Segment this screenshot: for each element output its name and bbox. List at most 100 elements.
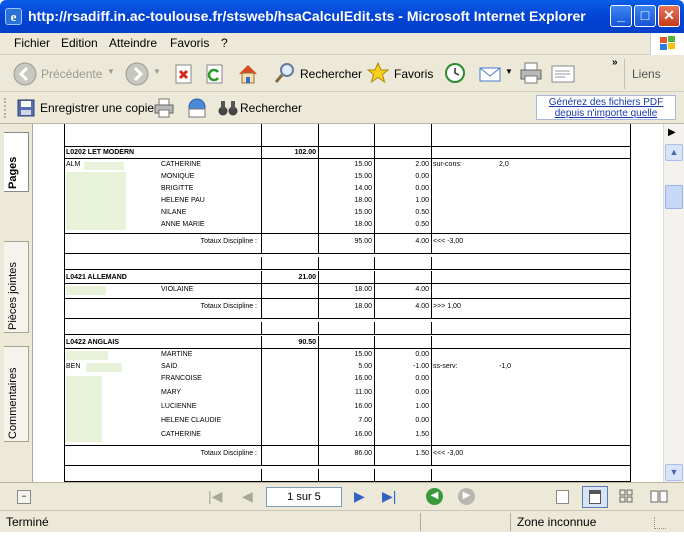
table-column-line	[431, 271, 432, 318]
two-up-view-icon[interactable]	[650, 490, 668, 503]
toolbar-overflow-icon[interactable]: »	[612, 57, 618, 68]
links-button[interactable]: Liens	[632, 67, 661, 81]
main-toolbar: Précédente ▼ ▼ Rechercher Favoris ▼ » Li…	[0, 55, 684, 92]
back-arrow-icon	[13, 62, 37, 86]
table-column-line	[261, 469, 262, 481]
save-copy-button[interactable]: Enregistrer une copie	[40, 101, 154, 115]
previous-page-icon[interactable]: ◀	[242, 488, 253, 505]
printer-icon	[154, 98, 174, 118]
pdf-document-view[interactable]: L0202 LET MODERN 102.00 ALM CATHERINE 15.00 2…	[33, 124, 663, 482]
collapse-panel-button[interactable]: −	[17, 490, 31, 504]
forward-arrow-icon	[125, 62, 149, 86]
resize-grip-icon[interactable]	[654, 517, 666, 529]
scroll-up-button[interactable]: ▲	[665, 144, 683, 161]
table-column-line	[261, 257, 262, 269]
redacted-name	[66, 376, 102, 442]
totals-balance: <<< -3,00	[433, 450, 464, 457]
discipline-total: 102.00	[294, 149, 316, 156]
forward-dropdown-icon[interactable]: ▼	[153, 67, 161, 76]
toolbar-divider	[624, 59, 625, 89]
printer-icon	[520, 62, 542, 84]
close-button[interactable]: ✕	[658, 5, 680, 27]
pdf-search-button[interactable]: Rechercher	[240, 101, 302, 115]
teacher-firstname: HELENE CLAUDIE	[161, 417, 222, 424]
totals-hours: 95.00	[354, 238, 372, 245]
hours-note-value: 2,0	[499, 161, 509, 168]
print-button[interactable]	[518, 61, 544, 85]
menu-fichier[interactable]: Fichier	[14, 36, 50, 50]
home-button[interactable]	[236, 62, 260, 86]
extra-hours-value: 0.00	[415, 185, 429, 192]
refresh-button[interactable]	[205, 63, 225, 85]
email-globe-icon[interactable]	[186, 98, 208, 118]
minimize-button[interactable]: _	[610, 5, 632, 27]
last-page-icon[interactable]: ▶|	[382, 488, 396, 505]
ie-icon: e	[5, 8, 22, 25]
status-divider	[420, 513, 421, 531]
ad-line-1: Générez des fichiers PDF	[548, 97, 664, 108]
tab-pages-label: Pages	[7, 156, 19, 189]
discipline-code: L0421 ALLEMAND	[66, 274, 127, 281]
windows-logo-icon	[650, 33, 684, 55]
maximize-button[interactable]: □	[634, 5, 656, 27]
stop-icon	[175, 64, 192, 84]
go-forward-view-icon[interactable]: ▶	[458, 488, 475, 505]
page-number-field[interactable]: 1 sur 5	[266, 487, 342, 507]
teacher-firstname: ANNE MARIE	[161, 221, 205, 228]
single-page-view-icon[interactable]	[556, 490, 569, 504]
tab-pages[interactable]: Pages	[4, 132, 29, 192]
favorites-button[interactable]: Favoris	[394, 67, 433, 81]
menu-help[interactable]: ?	[221, 36, 228, 50]
home-icon	[239, 65, 257, 84]
acrobat-ad-link[interactable]: Générez des fichiers PDF depuis n'import…	[536, 95, 676, 120]
tab-attachments[interactable]: Pièces jointes	[4, 241, 29, 333]
menu-favoris[interactable]: Favoris	[170, 36, 209, 50]
table-column-line	[374, 124, 375, 146]
table-row-line	[64, 158, 630, 159]
totals-extra: 4.00	[415, 238, 429, 245]
table-row-line	[64, 465, 630, 466]
redacted-name	[84, 162, 124, 170]
tab-comments[interactable]: Commentaires	[4, 346, 29, 442]
title-bar[interactable]: e http://rsadiff.in.ac-toulouse.fr/stswe…	[0, 0, 684, 33]
edit-button[interactable]	[550, 63, 576, 85]
next-page-icon[interactable]: ▶	[354, 488, 365, 505]
facing-pages-icon[interactable]	[619, 489, 634, 504]
continuous-view-icon	[589, 490, 601, 504]
scroll-thumb[interactable]	[665, 185, 683, 209]
continuous-view-button[interactable]	[582, 486, 608, 508]
table-column-line	[431, 124, 432, 146]
table-column-line	[431, 146, 432, 253]
security-zone: Zone inconnue	[517, 515, 597, 529]
navigation-sidebar: Pages Pièces jointes Commentaires	[0, 124, 33, 482]
go-back-view-icon[interactable]: ◀	[426, 488, 443, 505]
search-button[interactable]: Rechercher	[300, 67, 362, 81]
forward-button[interactable]	[124, 61, 150, 87]
panel-expand-icon[interactable]: ▶	[668, 127, 676, 138]
pdf-print-button[interactable]	[153, 98, 175, 118]
status-text: Terminé	[6, 515, 49, 529]
hours-value: 16.00	[354, 403, 372, 410]
search-icon[interactable]	[273, 61, 297, 85]
page-navigation-bar: − |◀ ◀ 1 sur 5 ▶ ▶| ◀ ▶	[0, 482, 684, 510]
vertical-scrollbar[interactable]: ▶ ▲ ▼	[663, 124, 684, 482]
table-row-line	[64, 253, 630, 254]
table-column-line	[431, 469, 432, 481]
scroll-down-button[interactable]: ▼	[665, 464, 683, 481]
back-dropdown-icon[interactable]: ▼	[107, 67, 115, 76]
favorites-star-icon[interactable]	[366, 61, 390, 85]
menu-edition[interactable]: Edition	[61, 36, 98, 50]
teacher-firstname: NILANE	[161, 209, 187, 216]
table-row-line	[64, 233, 630, 234]
back-button[interactable]	[12, 61, 38, 87]
menu-atteindre[interactable]: Atteindre	[109, 36, 157, 50]
mail-dropdown-icon[interactable]: ▼	[505, 67, 513, 76]
first-page-icon[interactable]: |◀	[208, 488, 222, 505]
history-button[interactable]	[443, 61, 467, 85]
table-column-line	[630, 124, 631, 482]
redacted-name	[66, 286, 106, 295]
discipline-code: L0422 ANGLAIS	[66, 339, 120, 346]
stop-button[interactable]	[174, 63, 194, 85]
mail-button[interactable]	[478, 64, 504, 84]
table-row-line	[64, 318, 630, 319]
